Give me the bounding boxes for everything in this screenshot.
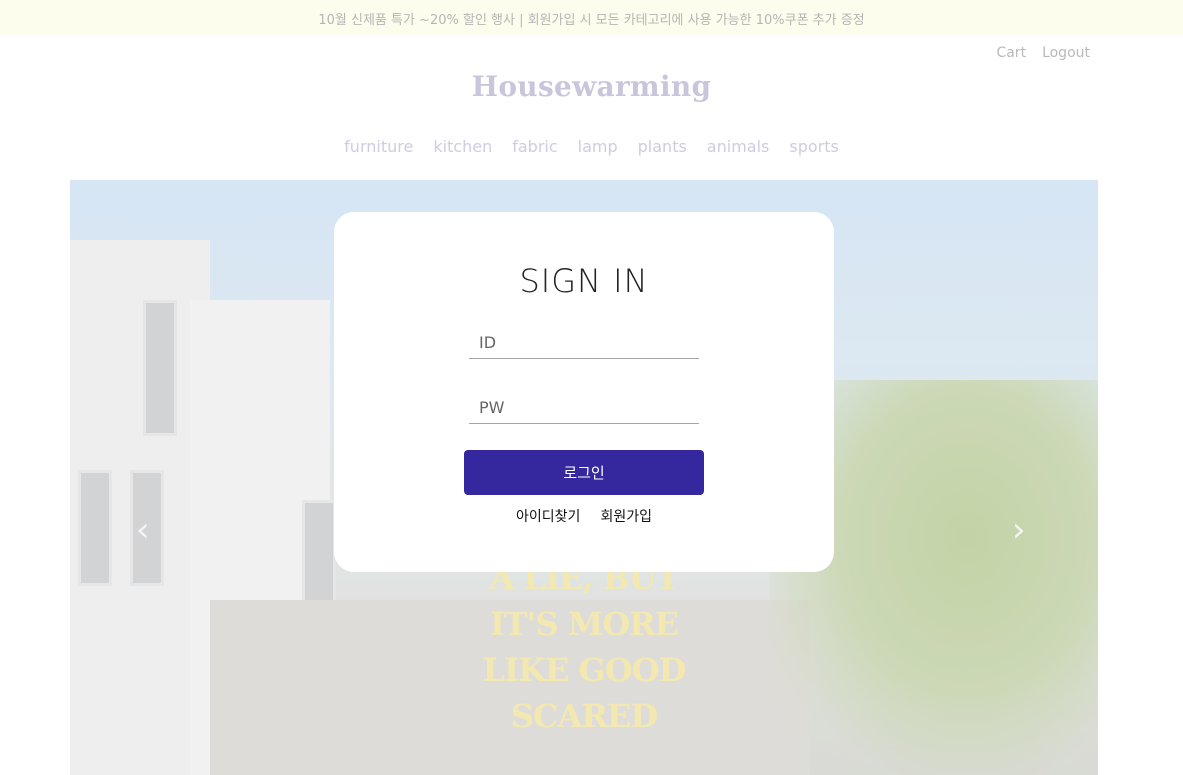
logout-link[interactable]: Logout: [1042, 45, 1090, 61]
nav-item-sports[interactable]: sports: [789, 137, 838, 156]
password-input[interactable]: [469, 392, 699, 424]
hero-window: [78, 470, 112, 586]
prev-slide-arrow-icon[interactable]: ‹: [136, 510, 150, 550]
hero-line: IT'S MORE: [489, 605, 679, 643]
nav-item-animals[interactable]: animals: [707, 137, 770, 156]
hero-window: [143, 300, 177, 436]
nav-item-plants[interactable]: plants: [638, 137, 687, 156]
hero-window: [302, 500, 336, 606]
login-modal: SIGN IN 로그인 아이디찾기 회원가입: [334, 212, 834, 572]
promo-text: 10월 신제품 특가 ~20% 할인 행사 | 회원가입 시 모든 카테고리에 …: [318, 12, 865, 28]
nav-item-furniture[interactable]: furniture: [344, 137, 413, 156]
hero-line: LIKE GOOD: [482, 651, 687, 689]
site-logo[interactable]: Housewarming: [0, 70, 1183, 103]
next-slide-arrow-icon[interactable]: ›: [1012, 510, 1026, 550]
cart-link[interactable]: Cart: [996, 45, 1026, 61]
signup-link[interactable]: 회원가입: [600, 506, 652, 526]
login-button[interactable]: 로그인: [464, 450, 704, 495]
promo-banner: 10월 신제품 특가 ~20% 할인 행사 | 회원가입 시 모든 카테고리에 …: [0, 0, 1183, 36]
hero-line: SCARED: [510, 697, 658, 735]
find-id-link[interactable]: 아이디찾기: [516, 506, 580, 526]
nav-item-lamp[interactable]: lamp: [578, 137, 618, 156]
nav-item-fabric[interactable]: fabric: [512, 137, 557, 156]
category-nav: furniture kitchen fabric lamp plants ani…: [0, 137, 1183, 156]
header-links: Cart Logout: [996, 45, 1090, 61]
hero-headline: A LIE, BUT IT'S MORE LIKE GOOD SCARED: [454, 555, 714, 739]
id-input[interactable]: [469, 327, 699, 359]
login-links: 아이디찾기 회원가입: [334, 506, 834, 526]
nav-item-kitchen[interactable]: kitchen: [433, 137, 492, 156]
login-title: SIGN IN: [519, 262, 649, 300]
